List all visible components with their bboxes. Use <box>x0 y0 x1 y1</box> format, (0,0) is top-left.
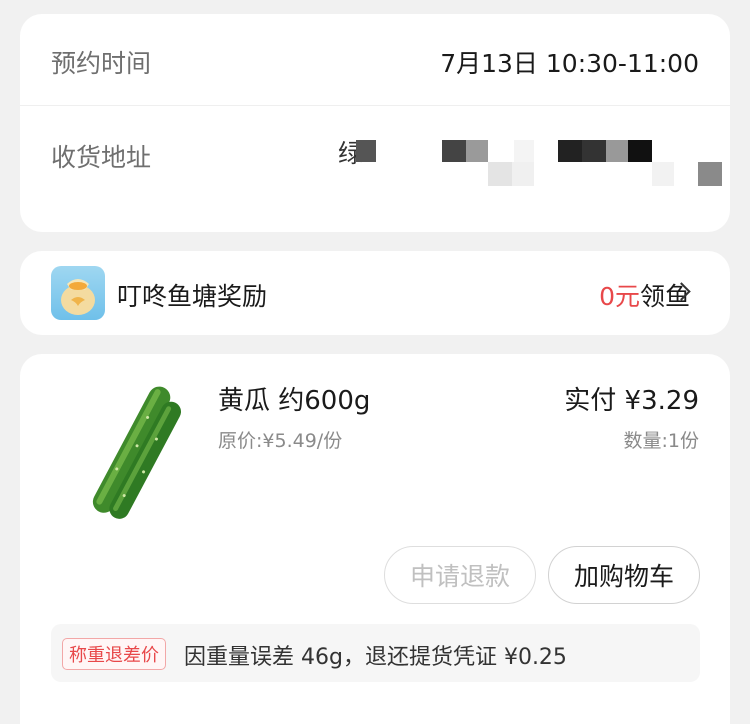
pond-reward-amount: 0元 <box>599 282 640 311</box>
address-label: 收货地址 <box>51 143 152 172</box>
add-to-cart-button[interactable]: 加购物车 <box>548 546 700 604</box>
product-name: 黄瓜 约600g <box>218 386 371 416</box>
weight-refund-notice: 称重退差价 因重量误差 46g，退还提货凭证 ¥0.25 <box>51 624 700 682</box>
weight-refund-badge: 称重退差价 <box>62 638 166 670</box>
product-paid-price: 实付 ¥3.29 <box>564 386 699 416</box>
product-card: 黄瓜 约600g 原价:¥5.49/份 实付 ¥3.29 数量:1份 申请退款 … <box>20 354 730 724</box>
sack-icon <box>51 266 105 320</box>
address-value-pixelated: 绿 <box>338 134 722 206</box>
product-original-price: 原价:¥5.49/份 <box>218 430 343 452</box>
weight-refund-text: 因重量误差 46g，退还提货凭证 ¥0.25 <box>184 645 567 670</box>
appointment-time-value: 7月13日 10:30-11:00 <box>440 49 699 78</box>
appointment-time-label: 预约时间 <box>51 49 152 78</box>
product-image[interactable] <box>80 378 200 528</box>
divider <box>20 105 730 106</box>
apply-refund-button[interactable]: 申请退款 <box>384 546 536 604</box>
product-quantity: 数量:1份 <box>623 430 700 452</box>
pond-reward-label: 叮咚鱼塘奖励 <box>117 282 268 311</box>
order-info-card: 预约时间 7月13日 10:30-11:00 收货地址 绿 <box>20 14 730 232</box>
pond-reward-row[interactable]: 叮咚鱼塘奖励 0元领鱼 <box>20 251 730 335</box>
